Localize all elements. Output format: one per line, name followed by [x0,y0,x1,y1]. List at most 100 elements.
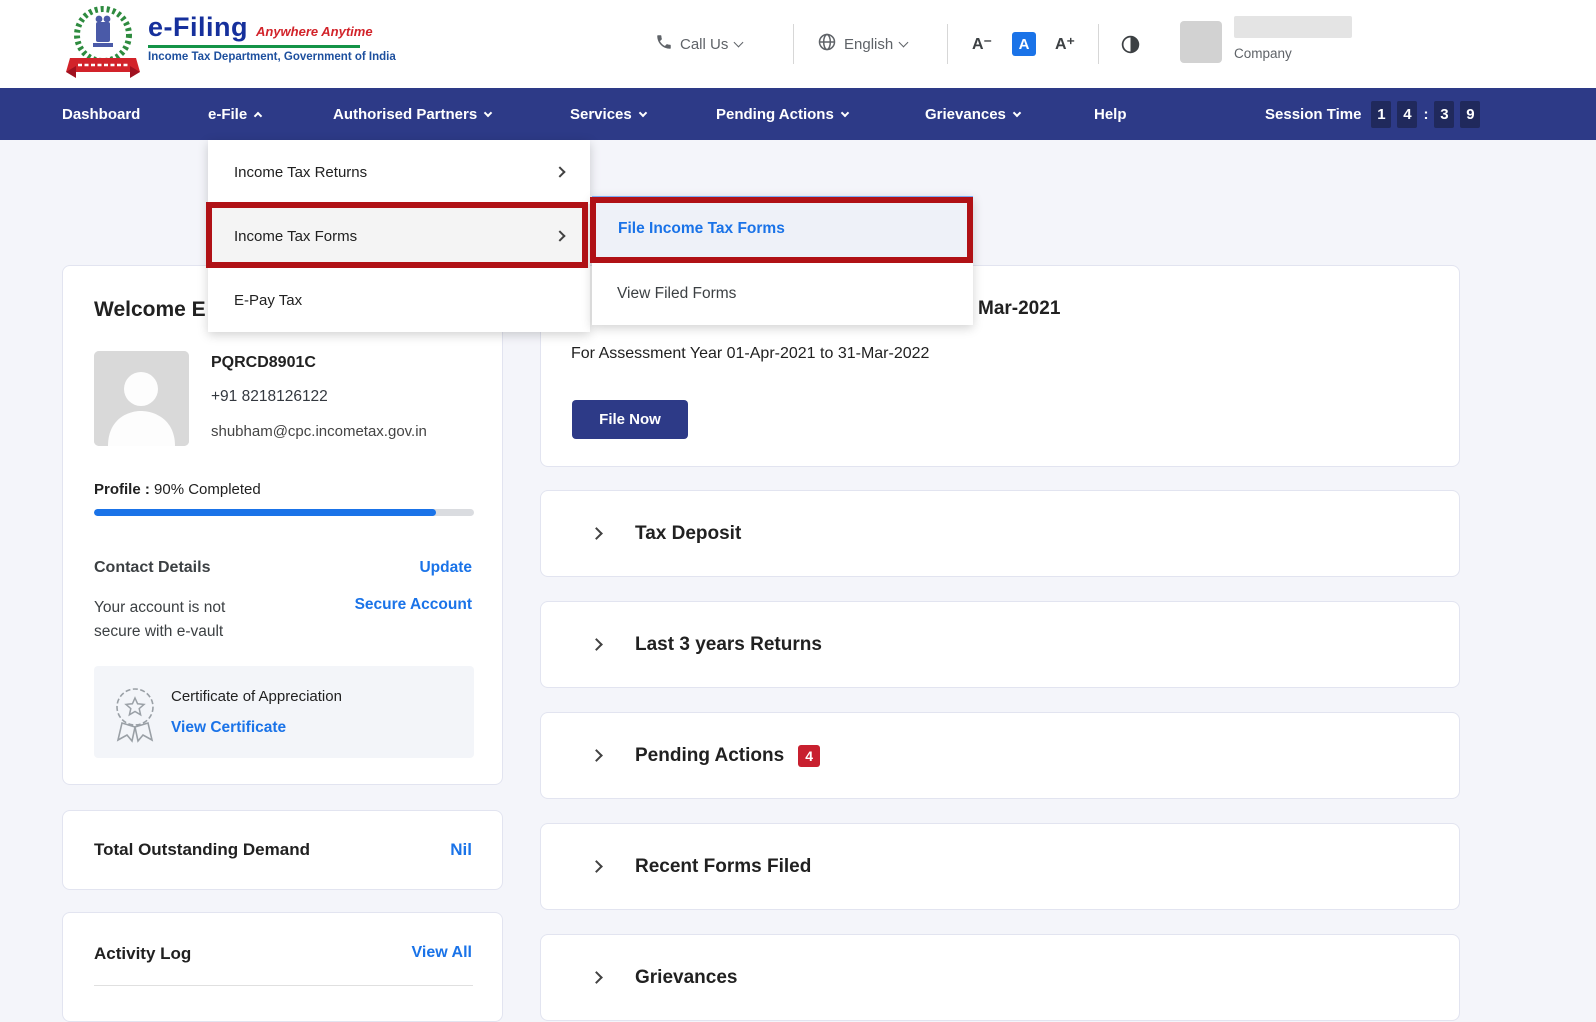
pan-number: PQRCD8901C [211,354,316,372]
outstanding-demand-card: Total Outstanding Demand Nil [62,810,503,890]
secure-account-text: Your account is not secure with e-vault [94,596,264,644]
main-navbar: Dashboard e-File Authorised Partners Ser… [0,88,1596,140]
nav-pending-actions[interactable]: Pending Actions [716,88,848,140]
menu-item-label: Income Tax Forms [234,228,357,245]
profile-completion-line: Profile : 90% Completed [94,481,261,498]
nav-efile[interactable]: e-File [208,88,261,140]
chevron-right-icon [590,527,603,540]
session-colon: : [1423,106,1428,123]
session-digit: 4 [1397,101,1417,128]
rosette-medal-icon [108,683,162,743]
menu-item-label: E-Pay Tax [234,292,302,309]
person-silhouette-icon [94,351,189,446]
chevron-right-icon [590,971,603,984]
font-normal-label: A [1012,32,1036,56]
user-avatar[interactable] [1180,21,1222,63]
efile-dropdown-menu: Income Tax Returns Income Tax Forms E-Pa… [208,140,590,332]
chevron-down-icon [841,108,849,116]
efiling-logo: e-Filing Anywhere Anytime Income Tax Dep… [148,12,396,63]
font-increase-label: A⁺ [1055,34,1075,54]
accordion-recent-forms-filed[interactable]: Recent Forms Filed [540,823,1460,910]
header-divider [793,24,794,64]
nav-grievances-label: Grievances [925,106,1006,123]
chevron-right-icon [590,860,603,873]
file-now-button[interactable]: File Now [572,400,688,439]
income-tax-emblem-icon [60,2,146,84]
chevron-down-icon [1013,108,1021,116]
accordion-title: Tax Deposit [635,523,741,545]
demand-value-link[interactable]: Nil [450,840,472,860]
email-address: shubham@cpc.incometax.gov.in [211,423,427,440]
accordion-title: Pending Actions [635,745,784,767]
filing-subtitle: For Assessment Year 01-Apr-2021 to 31-Ma… [571,345,929,363]
nav-pending-actions-label: Pending Actions [716,106,834,123]
user-name-redacted [1234,16,1352,38]
app-header: e-Filing Anywhere Anytime Income Tax Dep… [0,0,1596,88]
submenu-item-label: File Income Tax Forms [618,220,785,238]
contrast-toggle-button[interactable] [1120,0,1141,88]
nav-authorised-partners-label: Authorised Partners [333,106,477,123]
menu-item-epay-tax[interactable]: E-Pay Tax [208,268,590,332]
session-digit: 1 [1371,101,1391,128]
session-digit: 3 [1434,101,1454,128]
update-link[interactable]: Update [419,559,472,577]
activity-label: Activity Log [94,944,191,964]
welcome-title: Welcome E [94,298,206,322]
menu-item-income-tax-returns[interactable]: Income Tax Returns [208,140,590,204]
secure-account-link[interactable]: Secure Account [355,596,472,614]
logo-title: e-Filing [148,12,248,43]
chevron-down-icon [899,37,909,47]
language-menu[interactable]: English [817,0,907,88]
divider [94,985,473,986]
accordion-tax-deposit[interactable]: Tax Deposit [540,490,1460,577]
header-divider [947,24,948,64]
font-decrease-label: A⁻ [972,34,992,54]
submenu-item-view-filed-forms[interactable]: View Filed Forms [592,262,973,325]
chevron-down-icon [638,108,646,116]
accordion-title: Grievances [635,967,737,989]
nav-grievances[interactable]: Grievances [925,88,1020,140]
chevron-down-icon [484,108,492,116]
chevron-right-icon [554,230,565,241]
contact-details-label: Contact Details [94,559,210,577]
profile-label: Profile : [94,481,150,498]
call-us-menu[interactable]: Call Us [655,0,742,88]
nav-dashboard[interactable]: Dashboard [62,88,140,140]
menu-item-income-tax-forms[interactable]: Income Tax Forms [208,204,590,268]
view-all-link[interactable]: View All [412,944,472,962]
globe-icon [817,32,837,56]
chevron-down-icon [734,37,744,47]
accordion-grievances[interactable]: Grievances [540,934,1460,1021]
phone-icon [655,33,673,55]
chevron-right-icon [590,749,603,762]
demand-label: Total Outstanding Demand [94,840,310,860]
profile-value: 90% Completed [154,481,261,498]
nav-authorised-partners[interactable]: Authorised Partners [333,88,491,140]
font-increase-button[interactable]: A⁺ [1055,0,1075,88]
call-us-label: Call Us [680,36,728,53]
accordion-title: Recent Forms Filed [635,856,811,878]
filing-title-fragment: Mar-2021 [978,298,1060,320]
chevron-right-icon [590,638,603,651]
session-time-label: Session Time [1265,106,1361,123]
accordion-last-3-years-returns[interactable]: Last 3 years Returns [540,601,1460,688]
logo-tagline: Anywhere Anytime [256,24,373,39]
nav-help[interactable]: Help [1094,88,1127,140]
chevron-right-icon [554,166,565,177]
nav-efile-label: e-File [208,106,247,123]
logo-underline [148,45,360,48]
profile-progress-track [94,509,474,516]
submenu-item-file-income-tax-forms[interactable]: File Income Tax Forms [592,196,973,262]
nav-services[interactable]: Services [570,88,646,140]
nav-services-label: Services [570,106,632,123]
submenu-item-label: View Filed Forms [617,285,736,303]
view-certificate-link[interactable]: View Certificate [171,719,286,737]
font-decrease-button[interactable]: A⁻ [972,0,992,88]
menu-item-label: Income Tax Returns [234,164,367,181]
pending-count-badge: 4 [798,745,820,767]
accordion-pending-actions[interactable]: Pending Actions 4 [540,712,1460,799]
profile-progress-fill [94,509,436,516]
font-normal-button[interactable]: A [1012,0,1036,88]
phone-number: +91 8218126122 [211,388,328,406]
logo-subtitle: Income Tax Department, Government of Ind… [148,51,396,63]
